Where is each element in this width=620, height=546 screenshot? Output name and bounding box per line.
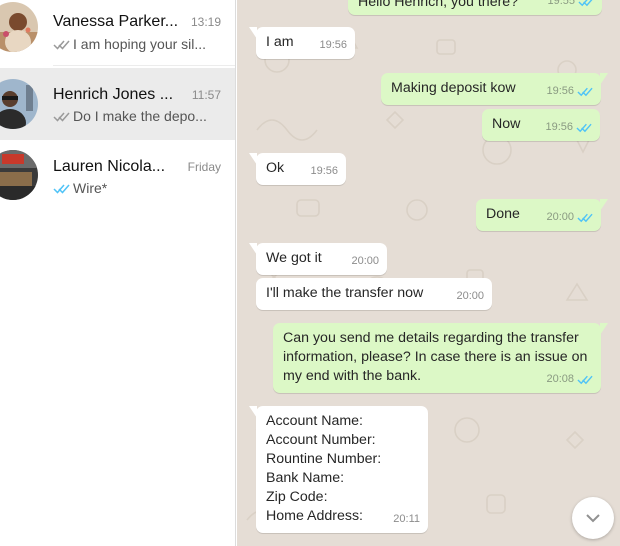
message-time: 19:56 xyxy=(310,165,338,177)
message-incoming[interactable]: Account Name: Account Number: Rountine N… xyxy=(249,406,428,533)
message-time: 20:00 xyxy=(351,255,379,267)
chat-name: Lauren Nicola... xyxy=(53,158,166,175)
double-check-icon xyxy=(53,112,70,122)
avatar xyxy=(0,79,38,129)
chat-name: Vanessa Parker... xyxy=(53,13,179,30)
chat-preview: Do I make the depo... xyxy=(73,108,207,124)
message-meta: 20:00 xyxy=(456,287,484,306)
message-text: I'll make the transfer now xyxy=(266,285,424,301)
message-time: 19:56 xyxy=(319,39,347,51)
message-time: 19:56 xyxy=(546,85,574,97)
message-meta: 19:56 xyxy=(319,36,347,55)
message-time: 20:00 xyxy=(546,211,574,223)
chat-preview: Wire* xyxy=(73,180,108,196)
message-meta: 19:56 xyxy=(545,118,592,137)
message-outgoing[interactable]: Making deposit kow 19:56 xyxy=(381,73,608,105)
chevron-down-icon xyxy=(586,514,600,523)
message-outgoing[interactable]: Done 20:00 xyxy=(476,199,608,231)
message-meta: 19:56 xyxy=(310,162,338,181)
message-time: 20:00 xyxy=(456,290,484,302)
message-meta: 20:00 xyxy=(351,252,379,271)
message-time: 19:56 xyxy=(545,121,573,133)
message-meta: 20:00 xyxy=(546,208,593,227)
chat-preview: I am hoping your sil... xyxy=(73,36,207,52)
double-check-icon xyxy=(577,87,593,97)
message-incoming[interactable]: I'll make the transfer now 20:00 xyxy=(256,278,492,310)
message-outgoing[interactable]: Hello Henrich, you there? 19:55 xyxy=(348,0,602,15)
bubble-tail xyxy=(600,199,608,211)
divider xyxy=(53,65,235,66)
message-meta: 20:11 xyxy=(393,510,420,529)
double-check-icon xyxy=(53,184,70,194)
bubble-tail xyxy=(600,73,608,85)
message-time: 19:55 xyxy=(547,0,575,7)
message-meta: 20:08 xyxy=(546,370,593,389)
chat-list: Vanessa Parker... 13:19 I am hoping your… xyxy=(0,0,236,546)
chat-item-lauren-nicola[interactable]: Lauren Nicola... Friday Wire* xyxy=(0,140,235,212)
double-check-icon xyxy=(577,375,593,385)
message-incoming[interactable]: We got it 20:00 xyxy=(249,243,387,275)
chat-name: Henrich Jones ... xyxy=(53,86,174,103)
message-outgoing[interactable]: Now 19:56 xyxy=(482,109,600,141)
bubble-tail xyxy=(249,243,257,255)
message-incoming[interactable]: Ok 19:56 xyxy=(249,153,346,185)
scroll-down-button[interactable] xyxy=(572,497,614,539)
bubble-tail xyxy=(249,27,257,39)
double-check-icon xyxy=(578,0,593,7)
message-text: Account Name: Account Number: Rountine N… xyxy=(266,413,382,524)
message-incoming[interactable]: I am 19:56 xyxy=(249,27,355,59)
chat-item-vanessa-parker[interactable]: Vanessa Parker... 13:19 I am hoping your… xyxy=(0,0,235,66)
message-time: 20:08 xyxy=(546,373,574,385)
message-meta: 19:55 xyxy=(547,0,594,11)
bubble-tail xyxy=(600,323,608,335)
chat-time: 11:57 xyxy=(191,88,221,102)
chat-time: Friday xyxy=(187,160,221,174)
message-outgoing[interactable]: Can you send me details regarding the tr… xyxy=(273,323,608,393)
bubble-tail xyxy=(249,406,257,418)
double-check-icon xyxy=(577,213,593,223)
message-time: 20:11 xyxy=(393,513,420,525)
chat-time: 13:19 xyxy=(190,15,221,29)
avatar xyxy=(0,2,38,52)
bubble-tail xyxy=(249,153,257,165)
conversation-pane: Hello Henrich, you there? 19:55 I am 19:… xyxy=(237,0,620,546)
avatar xyxy=(0,150,38,200)
double-check-icon xyxy=(53,40,70,50)
message-meta: 19:56 xyxy=(546,82,593,101)
chat-item-henrich-jones[interactable]: Henrich Jones ... 11:57 Do I make the de… xyxy=(0,68,235,140)
double-check-icon xyxy=(576,123,592,133)
